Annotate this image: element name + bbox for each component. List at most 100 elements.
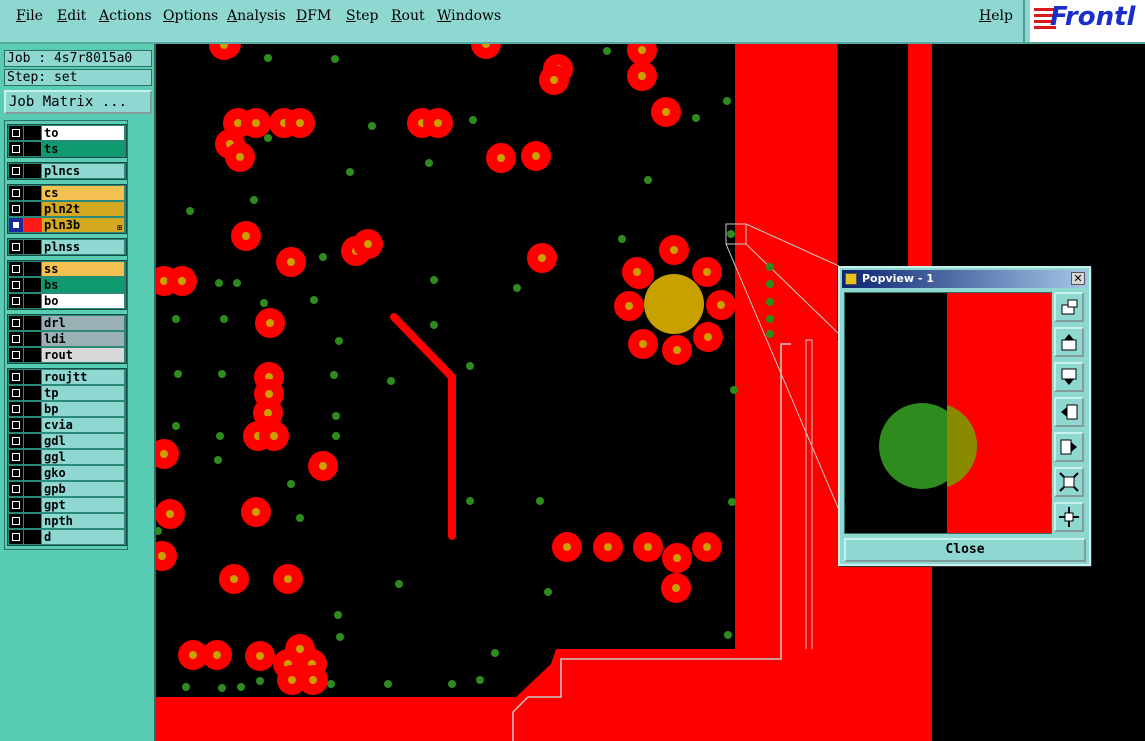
layer-color-swatch[interactable] [24,126,41,140]
menu-step[interactable]: Step [346,8,378,24]
layer-row-d[interactable]: d [8,529,126,545]
popview-window[interactable]: Popview - 1 ✕ Close [838,266,1091,566]
layer-checkbox[interactable] [9,332,23,346]
layer-color-swatch[interactable] [24,332,41,346]
layer-row-ldi[interactable]: ldi [8,331,126,347]
layer-row-ss[interactable]: ss [8,261,126,277]
menu-rout[interactable]: Rout [391,8,425,24]
layer-color-swatch[interactable] [24,434,41,448]
pan-down-icon[interactable] [1054,362,1084,392]
layer-color-swatch[interactable] [24,450,41,464]
layer-row-plnss[interactable]: plnss [8,239,126,255]
popview-title-bar[interactable]: Popview - 1 ✕ [842,270,1087,288]
layer-color-swatch[interactable] [24,316,41,330]
layer-color-swatch[interactable] [24,218,41,232]
pan-right-icon[interactable] [1054,432,1084,462]
popview-close-button[interactable]: Close [844,538,1086,562]
layer-checkbox[interactable] [9,142,23,156]
layer-list-scrollbar[interactable] [128,120,152,550]
layer-color-swatch[interactable] [24,402,41,416]
layer-checkbox[interactable] [9,294,23,308]
layer-name[interactable]: ggl [42,450,124,464]
layer-row-bo[interactable]: bo [8,293,126,309]
menu-actions[interactable]: Actions [99,8,152,24]
layer-row-roujtt[interactable]: roujtt [8,369,126,385]
layer-checkbox[interactable] [9,218,23,232]
menu-help[interactable]: Help [979,8,1013,24]
layer-color-swatch[interactable] [24,466,41,480]
layer-row-bp[interactable]: bp [8,401,126,417]
layer-checkbox[interactable] [9,466,23,480]
layer-name[interactable]: plnss [42,240,124,254]
layer-color-swatch[interactable] [24,370,41,384]
layer-row-rout[interactable]: rout [8,347,126,363]
zoom-out-icon[interactable] [1054,467,1084,497]
menu-analysis[interactable]: Analysis [227,8,286,24]
menu-options[interactable]: Options [163,8,218,24]
popview-viewport[interactable] [844,292,1052,534]
layer-row-drl[interactable]: drl [8,315,126,331]
layer-checkbox[interactable] [9,240,23,254]
layer-name[interactable]: npth [42,514,124,528]
layer-row-pln2t[interactable]: pln2t [8,201,126,217]
layer-checkbox[interactable] [9,164,23,178]
layer-row-gpt[interactable]: gpt [8,497,126,513]
layer-color-swatch[interactable] [24,530,41,544]
layer-checkbox[interactable] [9,514,23,528]
layer-color-swatch[interactable] [24,262,41,276]
menu-edit[interactable]: Edit [57,8,86,24]
layer-row-cs[interactable]: cs [8,185,126,201]
layer-row-bs[interactable]: bs [8,277,126,293]
layer-name[interactable]: pln2t [42,202,124,216]
layer-checkbox[interactable] [9,348,23,362]
layer-name[interactable]: gko [42,466,124,480]
layer-color-swatch[interactable] [24,278,41,292]
layer-name[interactable]: to [42,126,124,140]
layer-name[interactable]: rout [42,348,124,362]
layer-color-swatch[interactable] [24,498,41,512]
job-matrix-button[interactable]: Job Matrix ... [4,90,152,114]
layer-checkbox[interactable] [9,530,23,544]
layer-name[interactable]: ldi [42,332,124,346]
menu-dfm[interactable]: DFM [296,8,331,24]
layer-name[interactable]: plncs [42,164,124,178]
layer-row-tp[interactable]: tp [8,385,126,401]
zoom-in-icon[interactable] [1054,502,1084,532]
layer-color-swatch[interactable] [24,294,41,308]
layer-checkbox[interactable] [9,482,23,496]
layer-row-pln3b[interactable]: pln3b ⊞ [8,217,126,233]
layer-checkbox[interactable] [9,402,23,416]
layer-color-swatch[interactable] [24,482,41,496]
layer-name[interactable]: roujtt [42,370,124,384]
layer-name[interactable]: bs [42,278,124,292]
menu-windows[interactable]: Windows [437,8,501,24]
layer-checkbox[interactable] [9,186,23,200]
layer-checkbox[interactable] [9,418,23,432]
layer-checkbox[interactable] [9,370,23,384]
layer-color-swatch[interactable] [24,164,41,178]
layer-name[interactable]: bo [42,294,124,308]
layer-name[interactable]: gpt [42,498,124,512]
layer-row-ggl[interactable]: ggl [8,449,126,465]
layer-checkbox[interactable] [9,278,23,292]
layer-row-cvia[interactable]: cvia [8,417,126,433]
layer-row-gdl[interactable]: gdl [8,433,126,449]
layer-checkbox[interactable] [9,450,23,464]
layer-color-swatch[interactable] [24,240,41,254]
layer-checkbox[interactable] [9,386,23,400]
layer-color-swatch[interactable] [24,418,41,432]
zoom-window-icon[interactable] [1054,292,1084,322]
layer-name[interactable]: pln3b ⊞ [42,218,124,232]
pan-left-icon[interactable] [1054,397,1084,427]
close-icon[interactable]: ✕ [1071,272,1085,285]
layer-name[interactable]: gdl [42,434,124,448]
layer-row-ts[interactable]: ts [8,141,126,157]
layer-color-swatch[interactable] [24,186,41,200]
layer-color-swatch[interactable] [24,514,41,528]
layer-color-swatch[interactable] [24,348,41,362]
layer-name[interactable]: d [42,530,124,544]
layer-name[interactable]: cvia [42,418,124,432]
layer-color-swatch[interactable] [24,142,41,156]
layer-checkbox[interactable] [9,202,23,216]
pan-up-icon[interactable] [1054,327,1084,357]
